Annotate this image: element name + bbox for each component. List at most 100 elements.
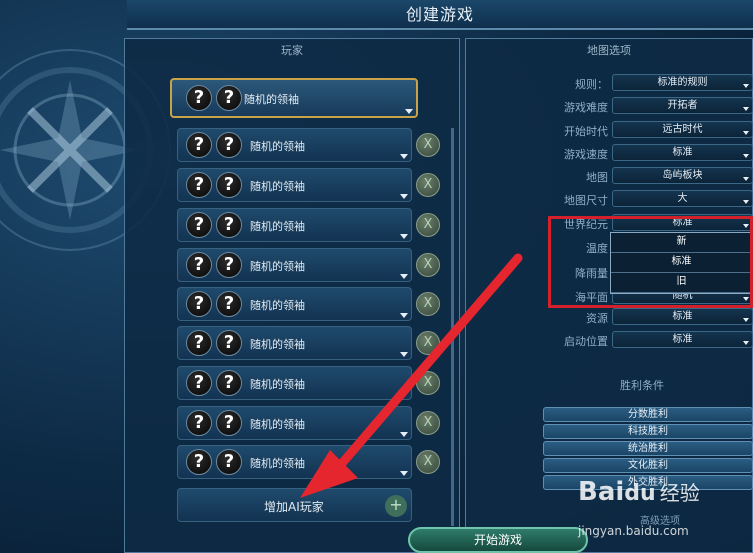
option-label: 游戏速度 <box>564 148 608 161</box>
player-row[interactable]: ? ? 随机的领袖 <box>177 208 412 242</box>
map-options-header: 地图选项 <box>587 44 631 57</box>
leader-label: 随机的领袖 <box>250 140 305 153</box>
player-row[interactable]: ? ? 随机的领袖 <box>177 406 412 440</box>
option-label: 启动位置 <box>564 335 608 348</box>
dropdown-arrow-icon <box>743 84 749 88</box>
dropdown-arrow-icon <box>743 154 749 158</box>
option-label: 地图 <box>586 171 608 184</box>
option-select[interactable]: 岛屿板块 <box>612 167 753 184</box>
option-map-size: 地图尺寸 大 <box>470 190 753 208</box>
victory-checkbox[interactable]: 科技胜利 <box>543 424 753 439</box>
leader-avatar-icon: ? <box>216 330 242 356</box>
player-row[interactable]: ? ? 随机的领袖 <box>177 248 412 282</box>
victory-checkbox[interactable]: 分数胜利 <box>543 407 753 422</box>
add-ai-player-button[interactable]: 增加AI玩家 + <box>177 488 412 522</box>
add-ai-player-label: 增加AI玩家 <box>264 500 324 514</box>
civ-avatar-icon: ? <box>186 410 212 436</box>
watermark-logo-suffix: du <box>624 481 656 506</box>
remove-player-button[interactable]: X <box>416 411 440 435</box>
remove-player-button[interactable]: X <box>416 213 440 237</box>
player-row[interactable]: ? ? 随机的领袖 <box>177 445 412 479</box>
option-label: 规则： <box>575 78 608 91</box>
civ-avatar-icon: ? <box>186 132 212 158</box>
option-label: 开始时代 <box>564 125 608 138</box>
host-player-row[interactable]: ? ? 随机的领袖 <box>170 78 418 118</box>
player-row[interactable]: ? ? 随机的领袖 <box>177 128 412 162</box>
leader-avatar-icon: ? <box>216 410 242 436</box>
watermark-jingyan: 经验 <box>659 481 700 505</box>
leader-label: 随机的领袖 <box>250 180 305 193</box>
dropdown-arrow-icon <box>743 177 749 181</box>
leader-avatar-icon: ? <box>216 132 242 158</box>
option-select[interactable]: 开拓者 <box>612 97 753 114</box>
leader-label: 随机的领袖 <box>244 93 299 106</box>
leader-label: 随机的领袖 <box>250 457 305 470</box>
leader-label: 随机的领袖 <box>250 378 305 391</box>
leader-avatar-icon: ? <box>216 212 242 238</box>
leader-label: 随机的领袖 <box>250 220 305 233</box>
leader-avatar-icon: ? <box>216 85 242 111</box>
leader-avatar-icon: ? <box>216 291 242 317</box>
dropdown-arrow-icon <box>400 471 408 476</box>
players-scrollbar[interactable] <box>451 128 454 526</box>
option-start-position: 启动位置 标准 <box>470 331 753 349</box>
civ-avatar-icon: ? <box>186 291 212 317</box>
dropdown-arrow-icon <box>743 341 749 345</box>
leader-avatar-icon: ? <box>216 370 242 396</box>
civ-avatar-icon: ? <box>186 449 212 475</box>
leader-avatar-icon: ? <box>216 449 242 475</box>
remove-player-button[interactable]: X <box>416 253 440 277</box>
start-game-button[interactable]: 开始游戏 <box>408 527 588 553</box>
dropdown-arrow-icon <box>743 107 749 111</box>
option-select[interactable]: 标准 <box>612 308 753 325</box>
dropdown-arrow-icon <box>400 432 408 437</box>
option-resources: 资源 标准 <box>470 308 753 326</box>
civ-avatar-icon: ? <box>186 85 212 111</box>
option-difficulty: 游戏难度 开拓者 <box>470 97 753 115</box>
option-rules: 规则： 标准的规则 <box>470 74 753 92</box>
player-row[interactable]: ? ? 随机的领袖 <box>177 326 412 360</box>
dropdown-arrow-icon <box>400 392 408 397</box>
remove-player-button[interactable]: X <box>416 173 440 197</box>
remove-player-button[interactable]: X <box>416 331 440 355</box>
player-row[interactable]: ? ? 随机的领袖 <box>177 287 412 321</box>
remove-player-button[interactable]: X <box>416 371 440 395</box>
dropdown-arrow-icon <box>400 352 408 357</box>
dropdown-arrow-icon <box>400 194 408 199</box>
leader-label: 随机的领袖 <box>250 338 305 351</box>
option-select[interactable]: 标准 <box>612 144 753 161</box>
civ-avatar-icon: ? <box>186 252 212 278</box>
dropdown-arrow-icon <box>400 313 408 318</box>
page-title: 创建游戏 <box>405 5 474 24</box>
dropdown-arrow-icon <box>400 274 408 279</box>
dropdown-arrow-icon <box>743 200 749 204</box>
victory-checkbox[interactable]: 统治胜利 <box>543 441 753 456</box>
remove-player-button[interactable]: X <box>416 450 440 474</box>
option-map-type: 地图 岛屿板块 <box>470 167 753 185</box>
dropdown-arrow-icon <box>743 318 749 322</box>
watermark-logo: Bai <box>578 477 625 507</box>
option-start-era: 开始时代 远古时代 <box>470 121 753 139</box>
remove-player-button[interactable]: X <box>416 133 440 157</box>
leader-label: 随机的领袖 <box>250 299 305 312</box>
dropdown-arrow-icon <box>400 154 408 159</box>
option-select[interactable]: 标准的规则 <box>612 74 753 91</box>
leader-label: 随机的领袖 <box>250 260 305 273</box>
civ-avatar-icon: ? <box>186 172 212 198</box>
victory-checkbox[interactable]: 文化胜利 <box>543 458 753 473</box>
civ-avatar-icon: ? <box>186 330 212 356</box>
dropdown-arrow-icon <box>400 234 408 239</box>
option-select[interactable]: 标准 <box>612 331 753 348</box>
option-label: 地图尺寸 <box>564 194 608 207</box>
player-row[interactable]: ? ? 随机的领袖 <box>177 366 412 400</box>
dropdown-arrow-icon <box>405 109 413 114</box>
players-panel-header: 玩家 <box>281 44 303 57</box>
leader-label: 随机的领袖 <box>250 418 305 431</box>
watermark-url: jingyan.baidu.com <box>578 524 689 538</box>
option-select[interactable]: 远古时代 <box>612 121 753 138</box>
remove-player-button[interactable]: X <box>416 292 440 316</box>
option-label: 游戏难度 <box>564 101 608 114</box>
player-row[interactable]: ? ? 随机的领袖 <box>177 168 412 202</box>
dropdown-arrow-icon <box>743 131 749 135</box>
option-select[interactable]: 大 <box>612 190 753 207</box>
